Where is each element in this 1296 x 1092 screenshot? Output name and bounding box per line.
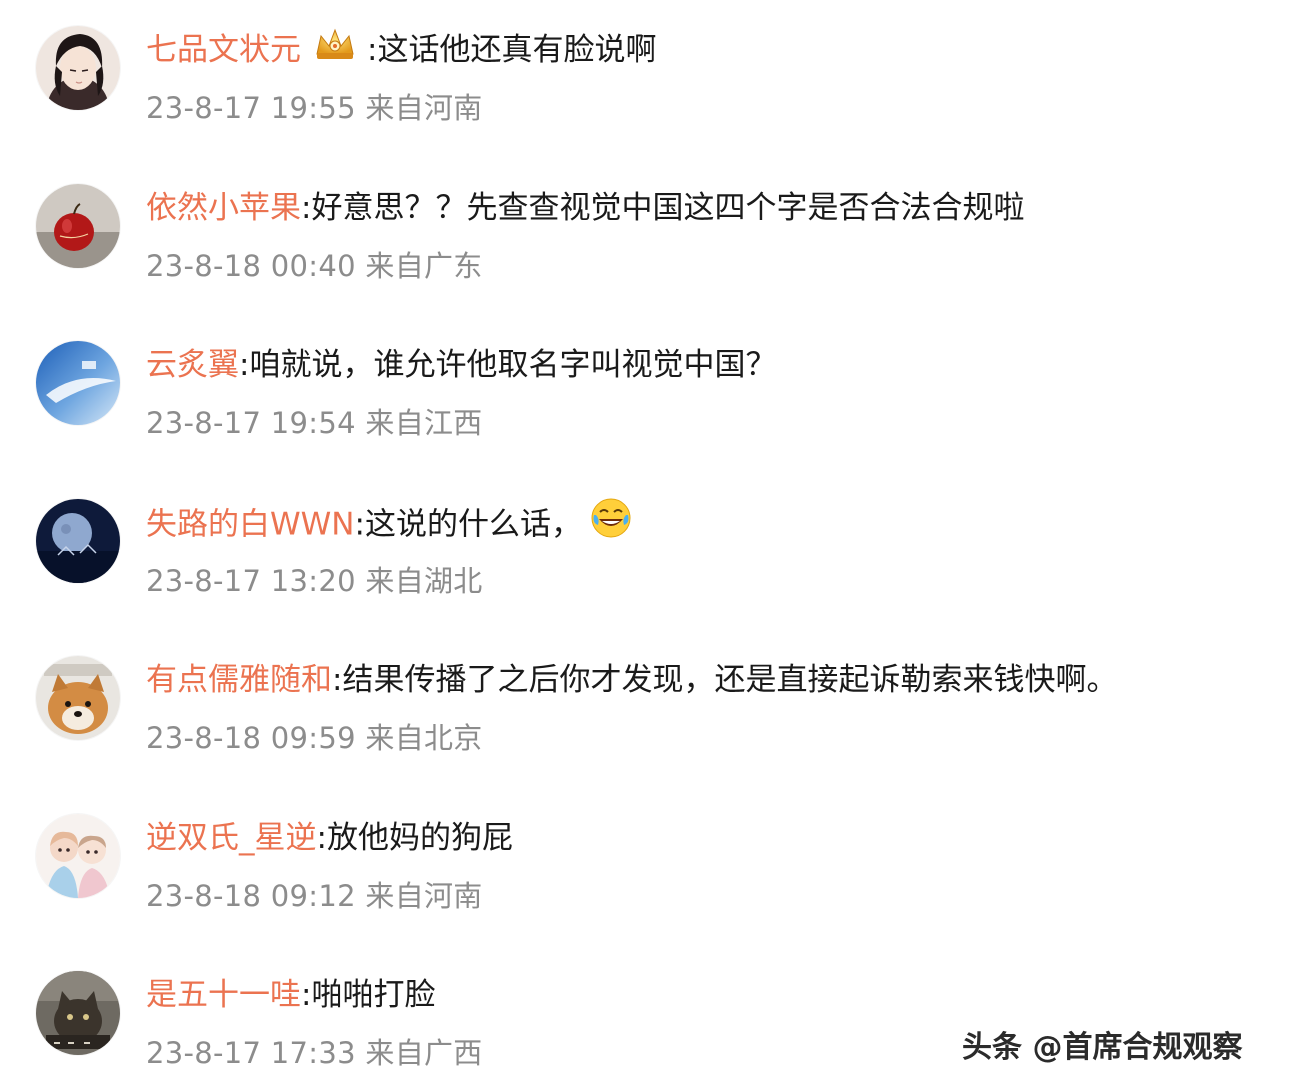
comment-item: 失路的白WWN:这说的什么话， 23-8-17 13:20 来自湖北 [0, 473, 1296, 603]
comment-time: 23-8-18 09:59 [146, 721, 356, 755]
comment-location: 来自广东 [365, 249, 483, 283]
comment-meta: 23-8-18 09:59 来自北京 [146, 718, 483, 758]
comment-line: 失路的白WWN:这说的什么话， [146, 498, 632, 543]
comment-username[interactable]: 云炙翼 [146, 347, 239, 383]
comment-location: 来自北京 [365, 721, 483, 755]
crown-badge-icon [313, 26, 357, 72]
comment-username[interactable]: 是五十一哇 [146, 977, 301, 1013]
comment-text: :放他妈的狗屁 [316, 820, 513, 856]
cartoon-kids-avatar [36, 814, 120, 898]
comment-meta: 23-8-18 09:12 来自河南 [146, 876, 483, 916]
comment-item: 七品文状元 :这话他还真有脸说啊 23-8-17 19:55 来自河南 [0, 0, 1296, 130]
comment-text: :这说的什么话， [354, 506, 582, 543]
comment-username[interactable]: 有点儒雅随和 [146, 662, 332, 698]
comment-location: 来自广西 [365, 1036, 483, 1070]
watermark: 头条 @首席合规观察 [962, 1030, 1243, 1065]
user-avatar[interactable] [36, 499, 120, 583]
comment-location: 来自河南 [365, 91, 483, 125]
comment-username[interactable]: 逆双氏_星逆 [146, 820, 317, 856]
blue-sky-avatar [36, 341, 120, 425]
comment-location: 来自江西 [365, 406, 483, 440]
red-apple-avatar [36, 184, 120, 268]
user-avatar[interactable] [36, 814, 120, 898]
comment-item: 逆双氏_星逆:放他妈的狗屁 23-8-18 09:12 来自河南 [0, 788, 1296, 918]
user-avatar[interactable] [36, 184, 120, 268]
comment-username[interactable]: 依然小苹果 [146, 190, 301, 226]
user-avatar[interactable] [36, 341, 120, 425]
comment-item: 有点儒雅随和:结果传播了之后你才发现，还是直接起诉勒索来钱快啊。 23-8-18… [0, 630, 1296, 760]
comment-meta: 23-8-17 13:20 来自湖北 [146, 561, 483, 601]
comment-username[interactable]: 七品文状元 [146, 32, 301, 68]
comment-item: 依然小苹果:好意思？？先查查视觉中国这四个字是否合法合规啦 23-8-18 00… [0, 158, 1296, 288]
dark-cat-avatar [36, 971, 120, 1055]
comment-meta: 23-8-18 00:40 来自广东 [146, 246, 483, 286]
shiba-dog-avatar [36, 656, 120, 740]
comment-line: 有点儒雅随和:结果传播了之后你才发现，还是直接起诉勒索来钱快啊。 [146, 660, 1117, 700]
comment-text: :这话他还真有脸说啊 [367, 32, 657, 68]
comment-time: 23-8-17 17:33 [146, 1036, 356, 1070]
comment-text: :好意思？？先查查视觉中国这四个字是否合法合规啦 [301, 190, 1025, 226]
comment-item: 云炙翼:咱就说，谁允许他取名字叫视觉中国？ 23-8-17 19:54 来自江西 [0, 315, 1296, 445]
laughing-tears-emoji-icon [590, 497, 632, 549]
user-avatar[interactable] [36, 26, 120, 110]
anime-man-avatar [36, 26, 120, 110]
night-moon-avatar [36, 499, 120, 583]
comment-line: 是五十一哇:啪啪打脸 [146, 975, 435, 1015]
comment-line: 依然小苹果:好意思？？先查查视觉中国这四个字是否合法合规啦 [146, 188, 1024, 228]
comment-location: 来自河南 [365, 879, 483, 913]
comment-line: 云炙翼:咱就说，谁允许他取名字叫视觉中国？ [146, 345, 776, 385]
comment-list: 七品文状元 :这话他还真有脸说啊 23-8-17 19:55 来自河南 依然小苹果… [0, 0, 1296, 1092]
comment-text: :啪啪打脸 [301, 977, 436, 1013]
comment-meta: 23-8-17 19:55 来自河南 [146, 88, 483, 128]
comment-text: :咱就说，谁允许他取名字叫视觉中国？ [239, 347, 777, 383]
comment-location: 来自湖北 [365, 564, 483, 598]
comment-line: 七品文状元 :这话他还真有脸说啊 [146, 28, 657, 70]
user-avatar[interactable] [36, 971, 120, 1055]
comment-meta: 23-8-17 17:33 来自广西 [146, 1033, 483, 1073]
comment-time: 23-8-17 13:20 [146, 564, 356, 598]
comment-time: 23-8-18 09:12 [146, 879, 356, 913]
comment-time: 23-8-17 19:54 [146, 406, 356, 440]
comment-text: :结果传播了之后你才发现，还是直接起诉勒索来钱快啊。 [332, 662, 1118, 698]
user-avatar[interactable] [36, 656, 120, 740]
comment-line: 逆双氏_星逆:放他妈的狗屁 [146, 818, 513, 858]
comment-username[interactable]: 失路的白WWN [146, 507, 355, 543]
comment-time: 23-8-18 00:40 [146, 249, 356, 283]
comment-meta: 23-8-17 19:54 来自江西 [146, 403, 483, 443]
comment-time: 23-8-17 19:55 [146, 91, 356, 125]
